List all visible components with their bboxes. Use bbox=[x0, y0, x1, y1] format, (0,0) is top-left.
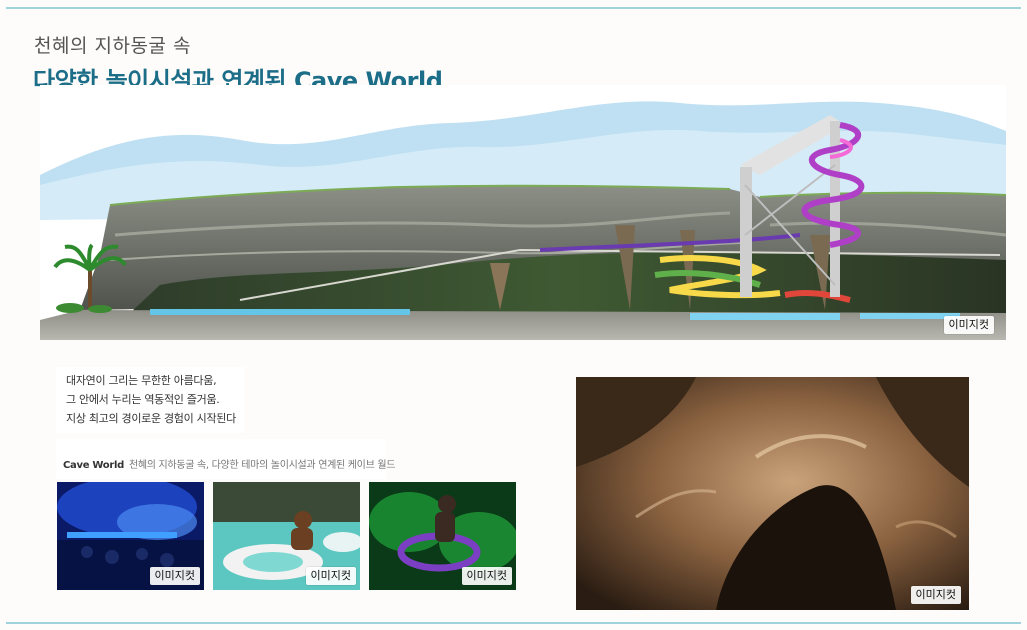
image-cut-badge: 이미지컷 bbox=[461, 567, 512, 585]
intro-line: 지상 최고의 경이로운 경험이 시작된다 bbox=[66, 412, 236, 425]
image-cut-badge: 이미지컷 bbox=[943, 316, 994, 334]
intro-text: 대자연이 그리는 무한한 아름다움, 그 안에서 누리는 역동적인 즐거움. 지… bbox=[56, 367, 244, 433]
thumbnail-cave-bar[interactable]: 이미지컷 bbox=[57, 482, 204, 590]
thumbnail-lazy-river[interactable]: 이미지컷 bbox=[213, 482, 360, 590]
caption-name: Cave World bbox=[63, 460, 124, 471]
cave-interior-photo: 이미지컷 bbox=[576, 377, 969, 610]
cave-cross-section-illustration: 이미지컷 bbox=[40, 85, 1006, 340]
image-cut-badge: 이미지컷 bbox=[305, 567, 356, 585]
intro-line: 대자연이 그리는 무한한 아름다움, bbox=[66, 374, 217, 387]
page-subtitle: 천혜의 지하동굴 속 bbox=[34, 35, 191, 57]
thumbnail-neon-tube[interactable]: 이미지컷 bbox=[369, 482, 516, 590]
bottom-divider bbox=[6, 622, 1021, 624]
intro-line: 그 안에서 누리는 역동적인 즐거움. bbox=[66, 393, 220, 406]
image-cut-badge: 이미지컷 bbox=[910, 586, 961, 604]
image-cut-badge: 이미지컷 bbox=[149, 567, 200, 585]
cave-world-caption: Cave World 천혜의 지하동굴 속, 다양한 테마의 놀이시설과 연계된 … bbox=[56, 439, 395, 479]
caption-text: 천혜의 지하동굴 속, 다양한 테마의 놀이시설과 연계된 케이브 월드 bbox=[128, 460, 396, 471]
top-divider bbox=[6, 7, 1021, 9]
